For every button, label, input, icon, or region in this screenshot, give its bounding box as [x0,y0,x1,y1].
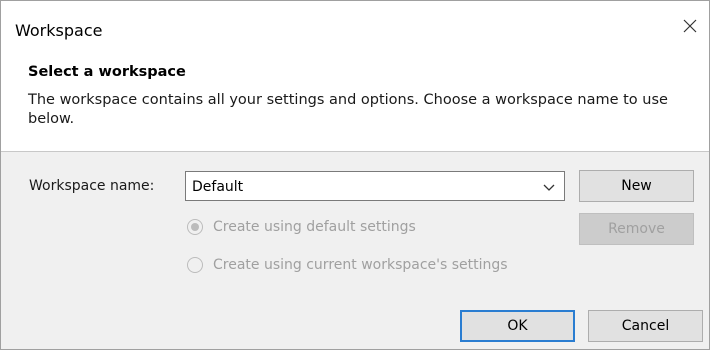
workspace-dialog: Workspace Select a workspace The workspa… [0,0,710,350]
radio-button [187,257,203,273]
workspace-name-value: Default [192,179,244,195]
radio-button-selected [187,219,203,235]
new-button[interactable]: New [579,170,694,202]
workspace-name-label: Workspace name: [29,178,155,194]
header-title: Select a workspace [28,64,186,80]
header-description: The workspace contains all your settings… [28,92,668,127]
chevron-down-icon [543,184,555,191]
radio-default-settings[interactable]: Create using default settings [187,216,416,238]
remove-button[interactable]: Remove [579,213,694,245]
radio-current-settings-label: Create using current workspace's setting… [213,257,508,273]
dialog-header: Select a workspace The workspace contain… [1,47,709,152]
window-title: Workspace [15,21,103,40]
close-button[interactable] [675,11,705,41]
radio-default-settings-label: Create using default settings [213,219,416,235]
ok-button[interactable]: OK [460,310,575,342]
workspace-name-dropdown[interactable]: Default [185,171,565,201]
cancel-button[interactable]: Cancel [588,310,703,342]
close-icon [683,19,697,33]
title-bar: Workspace [1,1,709,47]
radio-current-settings[interactable]: Create using current workspace's setting… [187,254,508,276]
